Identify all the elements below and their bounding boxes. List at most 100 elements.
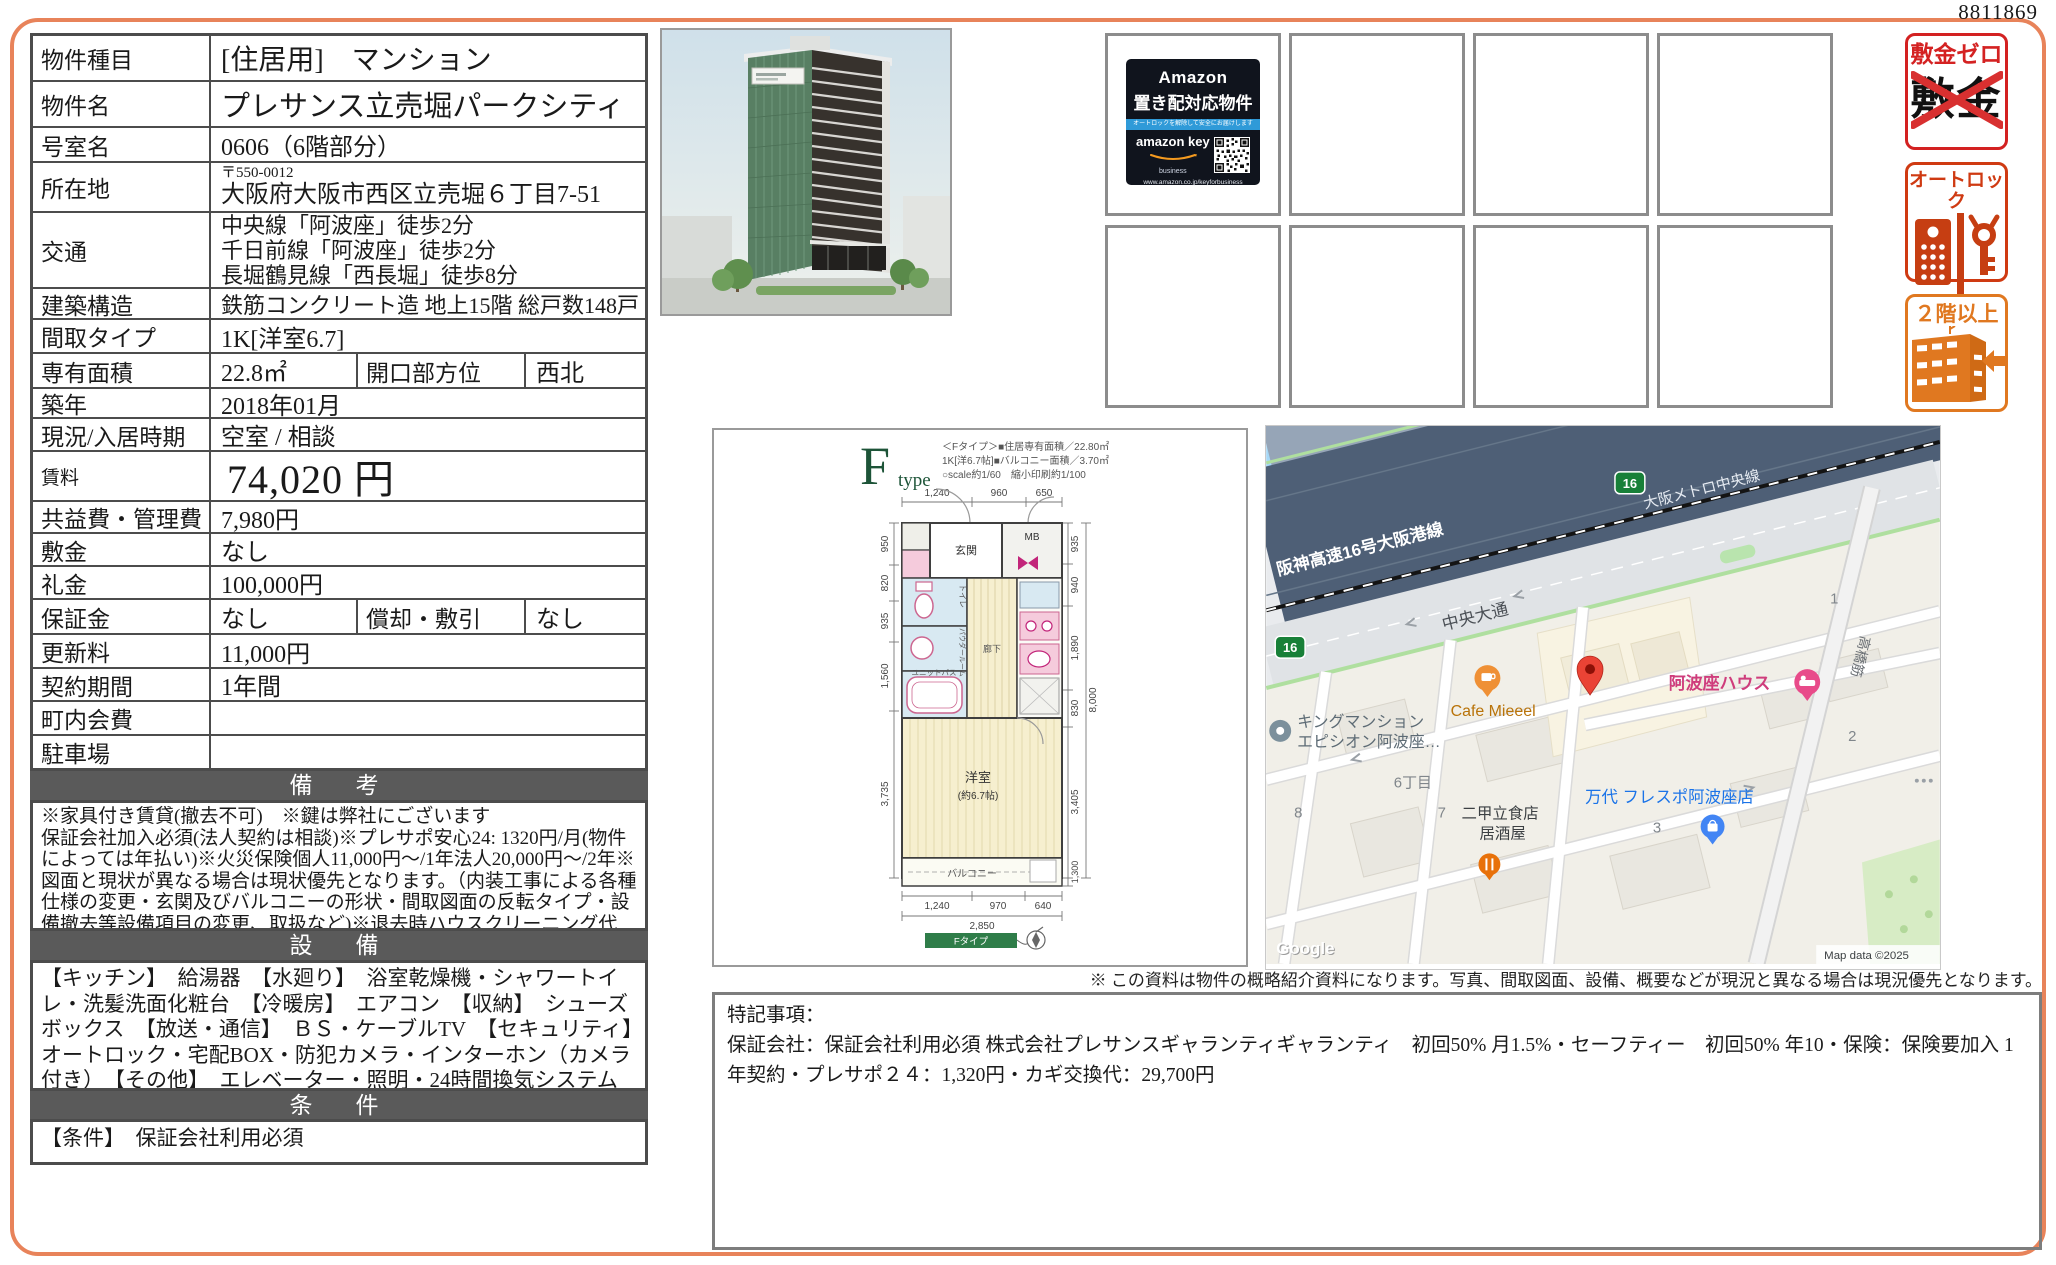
svg-text:1,560: 1,560	[880, 663, 891, 688]
special-notes-body: 保証会社：保証会社利用必須 株式会社プレサンスギャランティギャランティ 初回50…	[727, 1031, 2027, 1091]
field-value: 空室 / 相談	[211, 419, 645, 450]
svg-text:トイレ: トイレ	[958, 584, 967, 608]
table-row: 町内会費	[33, 700, 645, 734]
property-flyer-page: { "doc_id": "8811869", "colors": { "fram…	[0, 0, 2056, 1265]
special-notes-box: 特記事項： 保証会社：保証会社利用必須 株式会社プレサンスギャランティギャランテ…	[712, 992, 2042, 1250]
field-value: 1年間	[211, 669, 645, 700]
svg-text:パウダールーム: パウダールーム	[958, 628, 967, 677]
field-label: 駐車場	[33, 736, 211, 768]
section-header-conditions: 条 件	[30, 1091, 648, 1120]
section-header-equipment: 設 備	[30, 931, 648, 960]
table-row: 建築構造 鉄筋コンクリート造 地上15階 総戸数148戸	[33, 287, 645, 318]
svg-text:バルコニー: バルコニー	[947, 868, 997, 880]
remarks-line: ※家具付き賃貸(撤去不可) ※鍵は弊社にございます	[41, 806, 637, 828]
special-notes-title: 特記事項：	[727, 1001, 2027, 1031]
floorplan-type-letter: F	[860, 436, 890, 496]
deposit-zero-badge: 敷金ゼロ 敷金	[1905, 33, 2008, 150]
svg-text:935: 935	[1070, 535, 1081, 552]
field-value: 100,000円	[211, 567, 645, 598]
upper-floor-badge: ２階以上	[1905, 294, 2008, 412]
table-row: 礼金 100,000円	[33, 565, 645, 598]
field-label: 開口部方位	[358, 354, 526, 387]
svg-text:1: 1	[1830, 590, 1838, 607]
rent-value: 74,020 円	[211, 452, 645, 500]
document-number: 8811869	[1958, 0, 2038, 25]
amazon-url: www.amazon.co.jp/keyforbusiness	[1126, 179, 1260, 186]
gallery-box-empty	[1657, 33, 1833, 216]
field-value	[211, 702, 645, 734]
svg-text:1,300: 1,300	[1070, 861, 1080, 884]
svg-text:820: 820	[880, 574, 891, 591]
upper-floor-label: ２階以上	[1908, 303, 2005, 326]
svg-text:16: 16	[1623, 476, 1637, 491]
field-value: なし	[211, 600, 358, 633]
svg-text:Cafe Mieeel: Cafe Mieeel	[1451, 703, 1536, 720]
table-row: 駐車場	[33, 734, 645, 768]
svg-text:居酒屋: 居酒屋	[1479, 824, 1525, 842]
svg-text:キングマンション: キングマンション	[1297, 713, 1424, 731]
field-label: 保証金	[33, 600, 211, 633]
field-value: 中央線「阿波座」徒歩2分 千日前線「阿波座」徒歩2分 長堀鶴見線「西長堀」徒歩8…	[211, 213, 645, 287]
svg-text:8: 8	[1294, 805, 1302, 822]
field-label: 築年	[33, 389, 211, 417]
svg-text:8,000: 8,000	[1088, 687, 1099, 712]
table-row: 賃料 74,020 円	[33, 450, 645, 500]
table-row: 号室名 0606（6階部分）	[33, 126, 645, 161]
svg-text:○scale約1/60 縮小印刷約1/100: ○scale約1/60 縮小印刷約1/100	[942, 468, 1086, 481]
field-value: なし	[526, 600, 645, 633]
gallery-box-empty	[1657, 225, 1833, 408]
svg-text:万代 フレスポ阿波座店: 万代 フレスポ阿波座店	[1585, 789, 1754, 807]
svg-text:洋室: 洋室	[965, 770, 991, 785]
autolock-label: オートロック	[1908, 171, 2005, 213]
field-value: なし	[211, 534, 645, 565]
svg-text:1K[洋6.7帖]■バルコニー面積／3.70㎡: 1K[洋6.7帖]■バルコニー面積／3.70㎡	[942, 454, 1109, 467]
field-label: 契約期間	[33, 669, 211, 700]
google-logo: Google	[1276, 939, 1334, 958]
autolock-icon	[1909, 213, 2004, 295]
field-value: 1K[洋室6.7]	[211, 320, 645, 352]
svg-text:2,850: 2,850	[969, 921, 994, 932]
table-row: 専有面積 22.8㎡ 開口部方位 西北	[33, 352, 645, 387]
postal-code: 〒550-0012	[221, 165, 294, 182]
svg-text:Fタイプ: Fタイプ	[954, 937, 989, 948]
svg-text:1,890: 1,890	[1070, 635, 1081, 660]
svg-text:1,240: 1,240	[924, 488, 949, 499]
gallery-box-empty	[1105, 225, 1281, 408]
svg-text:(約6.7帖): (約6.7帖)	[958, 789, 999, 802]
field-value: 鉄筋コンクリート造 地上15階 総戸数148戸	[211, 289, 645, 318]
map-copyright: Map data ©2025	[1824, 950, 1909, 962]
gallery-box-empty	[1289, 33, 1465, 216]
gallery-box-amazon: Amazon 置き配対応物件 オートロックを解除して安全にお届けします amaz…	[1105, 33, 1281, 216]
section-header-remarks: 備 考	[30, 771, 648, 800]
field-label: 礼金	[33, 567, 211, 598]
red-cross-icon	[1911, 71, 2003, 129]
qr-code-icon	[1214, 137, 1250, 173]
svg-text:阿波座ハウス: 阿波座ハウス	[1669, 673, 1771, 693]
table-row: 物件種目 [住居用] マンション	[33, 36, 645, 80]
table-row: 所在地 〒550-0012 大阪府大阪市西区立売堀６丁目7-51	[33, 161, 645, 211]
field-value	[211, 736, 645, 768]
svg-text:830: 830	[1070, 699, 1081, 716]
table-row: 現況/入居時期 空室 / 相談	[33, 417, 645, 450]
floorplan-panel: F type ＜Fタイプ＞■住居専有面積／22.80㎡ 1K[洋6.7帖]■バル…	[712, 428, 1248, 972]
svg-text:970: 970	[990, 901, 1007, 912]
svg-text:ユニットバス: ユニットバス	[912, 668, 957, 677]
svg-text:3: 3	[1653, 819, 1661, 836]
field-value: プレサンス立売堀パークシティ	[211, 82, 645, 126]
amazon-smile-icon	[1147, 154, 1199, 161]
field-label: 建築構造	[33, 289, 211, 318]
crossed-deposit: 敷金	[1911, 71, 2003, 129]
svg-text:950: 950	[880, 535, 891, 552]
floorplan-drawing	[902, 489, 1062, 886]
field-label: 現況/入居時期	[33, 419, 211, 450]
address: 大阪府大阪市西区立売堀６丁目7-51	[221, 182, 601, 209]
conditions-text: 【条件】 保証会社利用必須	[30, 1119, 648, 1165]
table-row: 敷金 なし	[33, 532, 645, 565]
transit-line: 長堀鶴見線「西長堀」徒歩8分	[221, 263, 518, 288]
field-label: 町内会費	[33, 702, 211, 734]
field-value: 22.8㎡	[211, 354, 358, 387]
upper-floor-building-icon	[1908, 326, 2005, 404]
amazon-key-badge: Amazon 置き配対応物件 オートロックを解除して安全にお届けします amaz…	[1126, 59, 1260, 185]
table-row: 共益費・管理費 7,980円	[33, 500, 645, 532]
svg-text:＜Fタイプ＞■住居専有面積／22.80㎡: ＜Fタイプ＞■住居専有面積／22.80㎡	[942, 440, 1109, 453]
